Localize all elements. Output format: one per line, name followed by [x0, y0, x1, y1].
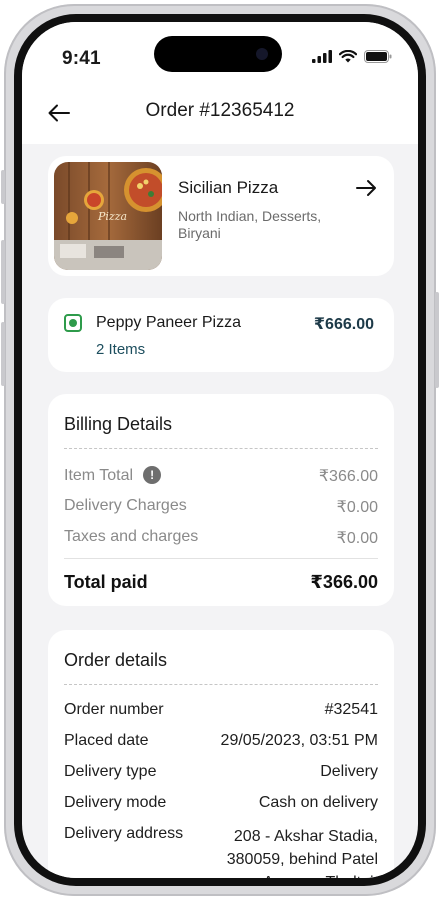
billing-row-taxes: Taxes and charges ₹0.00 [64, 528, 378, 548]
status-bar: 9:41 [22, 22, 418, 82]
order-details-card: Order details Order number #32541 Placed… [48, 630, 394, 878]
phone-bezel: 9:41 Order #12365412 Pizza Sicilian Pizz… [14, 14, 426, 886]
order-details-title: Order details [64, 650, 168, 670]
wifi-icon [339, 50, 357, 63]
page-title: Order #12365412 [145, 100, 295, 121]
signal-icon [312, 50, 332, 63]
camera-icon [256, 48, 268, 60]
action-button [1, 170, 5, 204]
billing-row-delivery: Delivery Charges ₹0.00 [64, 497, 378, 517]
power-button [435, 292, 439, 388]
billing-details-card: Billing Details Item Total! ₹366.00 Deli… [48, 394, 394, 606]
total-label: Total paid [64, 572, 148, 592]
order-value: #32541 [324, 701, 378, 718]
billing-value: ₹0.00 [336, 499, 378, 516]
restaurant-image: Pizza [54, 162, 162, 270]
item-count: 2 Items [96, 341, 146, 358]
order-value: 29/05/2023, 03:51 PM [220, 732, 378, 749]
item-price: ₹666.00 [313, 316, 374, 333]
status-time: 9:41 [62, 48, 101, 69]
battery-icon [364, 50, 392, 63]
order-value: Cash on delivery [258, 794, 378, 811]
billing-value: ₹366.00 [318, 468, 378, 485]
total-value: ₹366.00 [310, 572, 378, 592]
divider [64, 448, 378, 449]
divider [64, 558, 378, 559]
volume-down-button [1, 322, 5, 386]
dynamic-island [154, 36, 282, 72]
order-label: Delivery type [64, 763, 157, 780]
restaurant-card[interactable]: Pizza Sicilian Pizza North Indian, Desse… [48, 156, 394, 276]
billing-label: Item Total [64, 467, 134, 484]
item-name: Peppy Paneer Pizza [96, 314, 241, 331]
order-label: Order number [64, 701, 164, 718]
billing-title: Billing Details [64, 414, 173, 434]
veg-indicator-icon [64, 314, 82, 332]
arrow-right-icon[interactable] [354, 176, 378, 200]
order-label: Delivery mode [64, 794, 167, 811]
billing-label: Taxes and charges [64, 528, 199, 545]
order-label: Placed date [64, 732, 149, 749]
phone-frame: 9:41 Order #12365412 Pizza Sicilian Pizz… [1, 4, 439, 896]
billing-label: Delivery Charges [64, 497, 187, 514]
restaurant-name[interactable]: Sicilian Pizza [178, 178, 278, 198]
restaurant-cuisine: North Indian, Desserts, Biryani [178, 208, 322, 241]
order-item-card: Peppy Paneer Pizza 2 Items ₹666.00 [48, 298, 394, 372]
order-value: Delivery [320, 763, 378, 780]
volume-up-button [1, 240, 5, 304]
billing-row-item-total: Item Total! ₹366.00 [64, 466, 378, 486]
screen: 9:41 Order #12365412 Pizza Sicilian Pizz… [22, 22, 418, 878]
header: Order #12365412 [22, 82, 418, 144]
info-icon[interactable]: ! [143, 466, 162, 484]
order-label: Delivery address [64, 825, 184, 842]
svg-text:Pizza: Pizza [97, 210, 127, 223]
divider [64, 684, 378, 685]
status-icons [312, 50, 392, 63]
billing-value: ₹0.00 [336, 530, 378, 547]
delivery-address: 208 - Akshar Stadia, 380059, behind Pate… [226, 828, 378, 878]
